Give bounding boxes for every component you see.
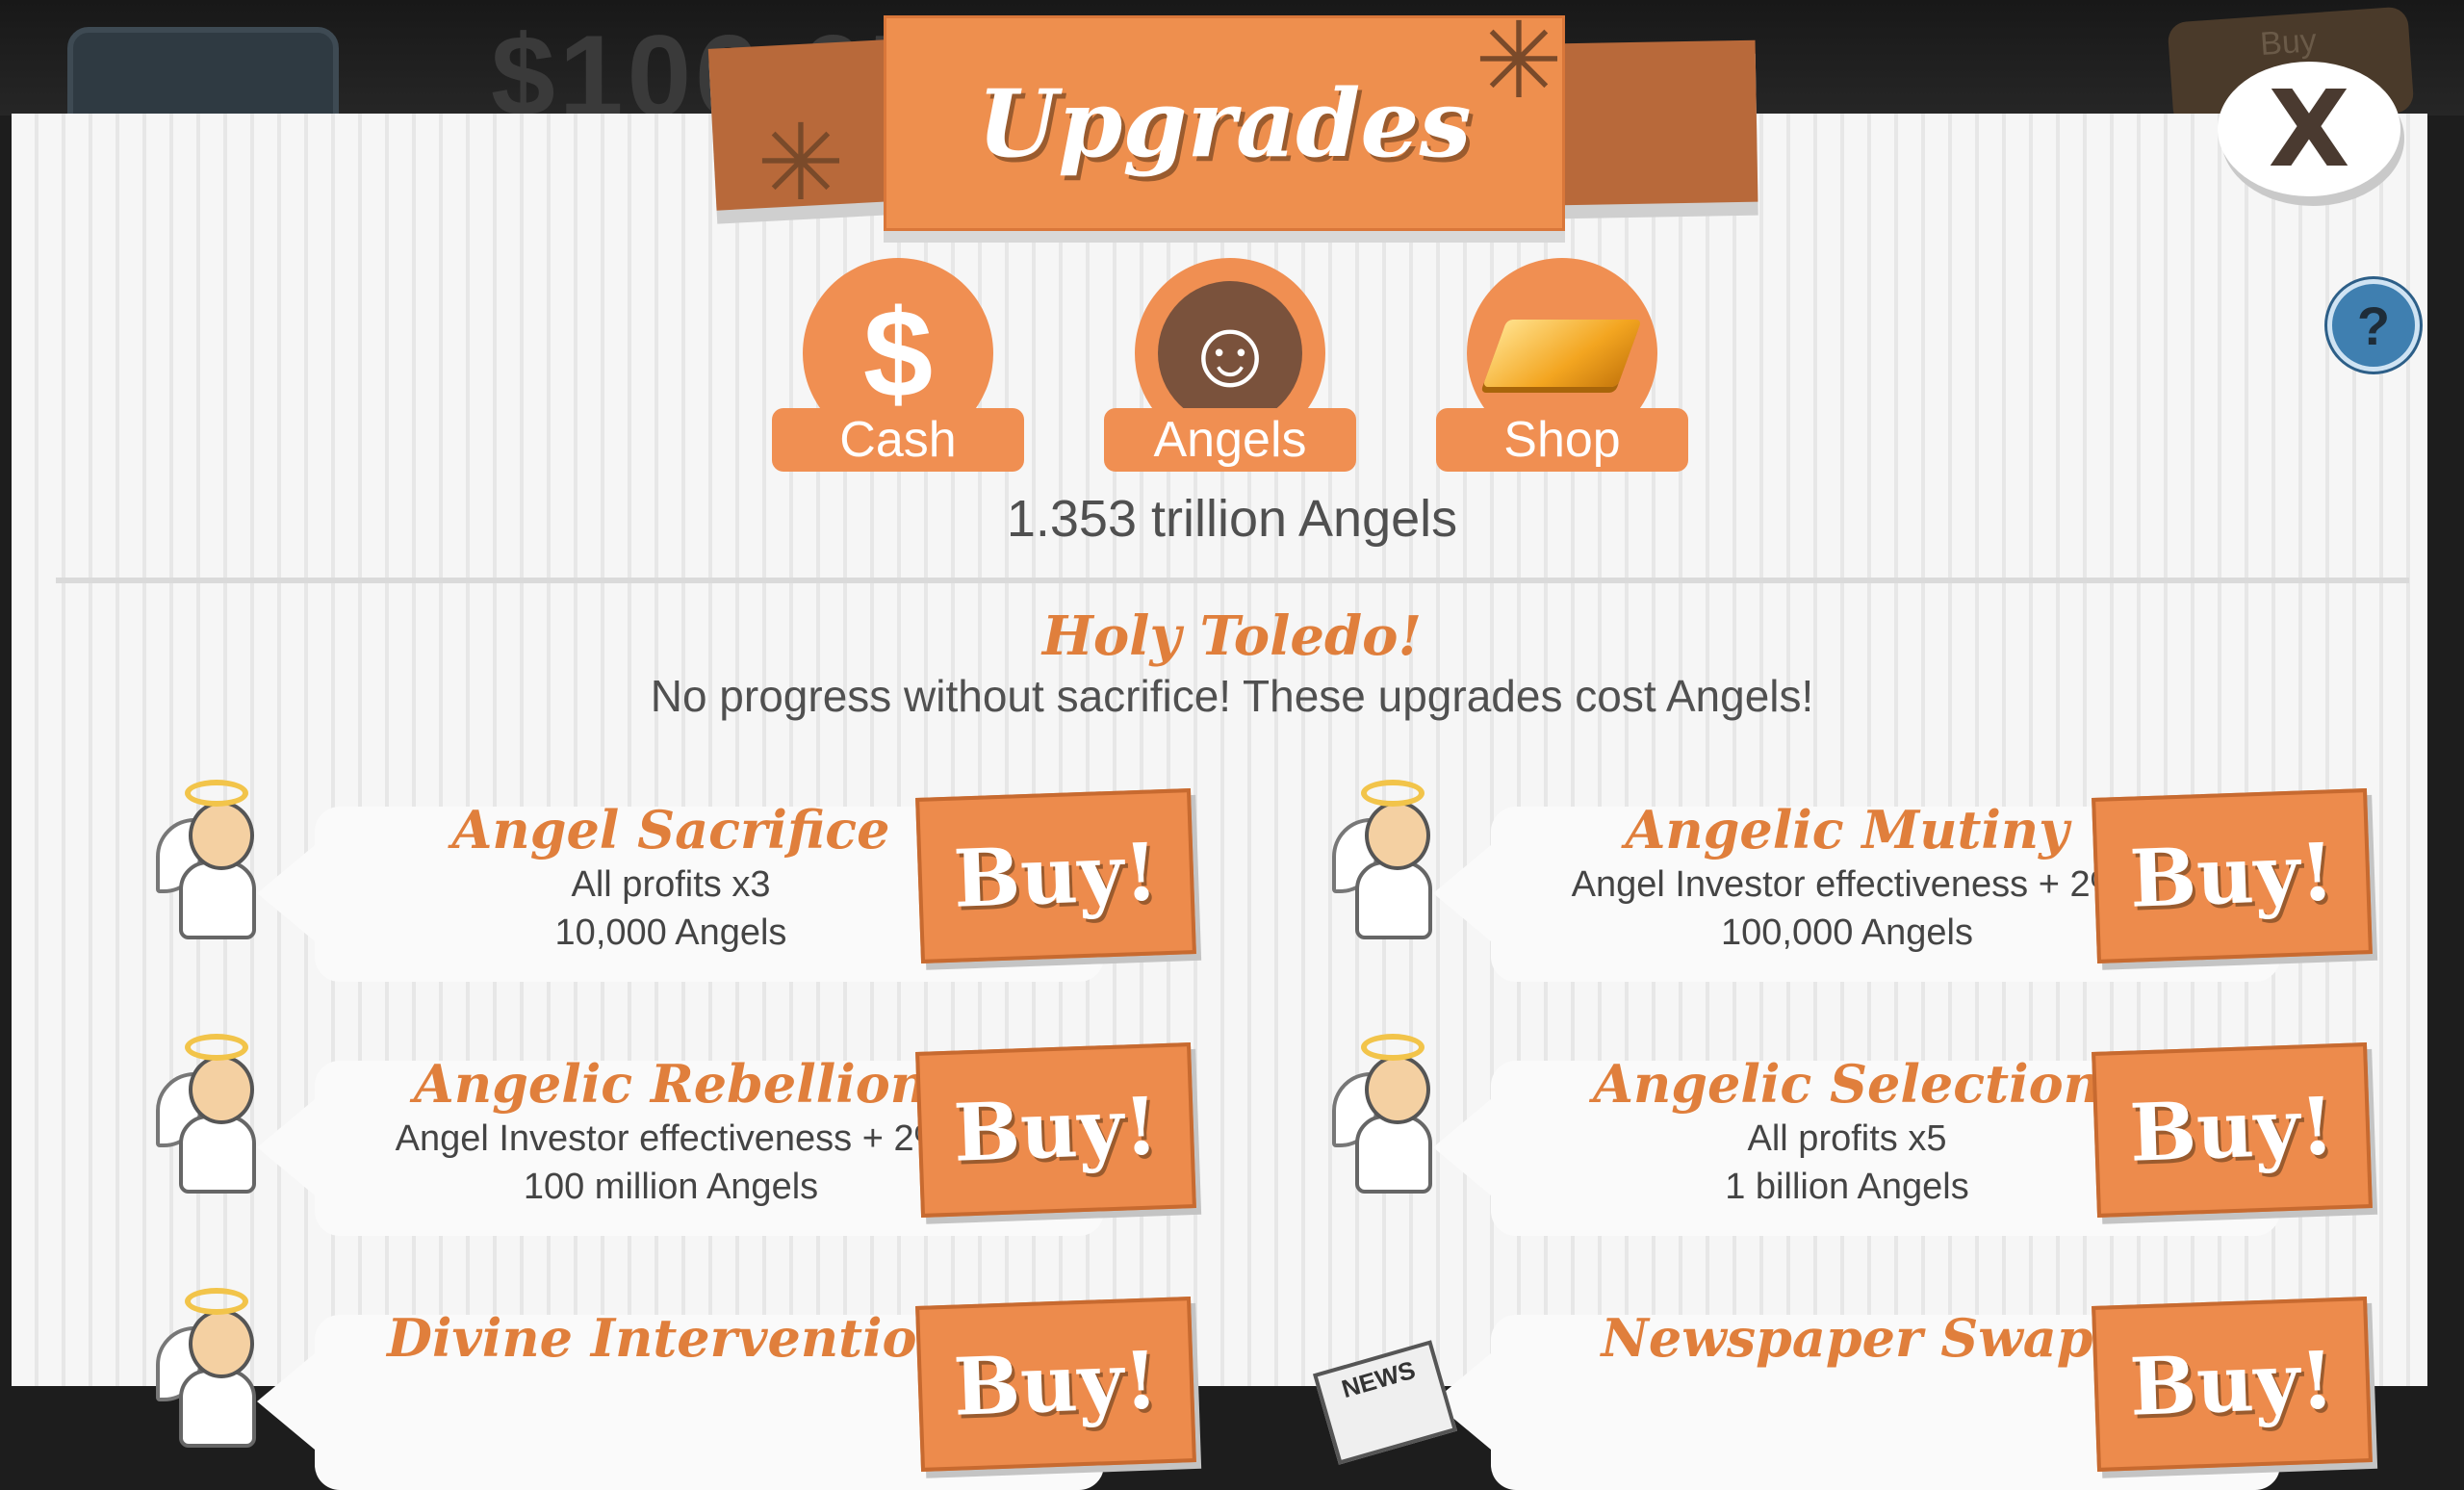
newspaper-icon-text: NEWS: [1312, 1340, 1458, 1465]
upgrade-effect: Angel Investor effectiveness + 2%: [1571, 864, 2123, 905]
tab-shop-label: Shop: [1436, 408, 1688, 472]
buy-button[interactable]: Buy!: [915, 1042, 1196, 1218]
sparkle-icon: ✳: [756, 104, 846, 222]
upgrade-cost: 1 billion Angels: [1725, 1167, 1969, 1207]
upgrade-item: Angel Sacrifice All profits x3 10,000 An…: [146, 780, 1242, 982]
buy-button[interactable]: Buy!: [2092, 788, 2373, 963]
upgrade-name: Newspaper Swap: [1601, 1307, 2093, 1369]
background-buy-label: Buy: [2258, 22, 2319, 64]
newspaper-icon: NEWS: [1312, 1288, 1458, 1465]
headline: Holy Toledo!: [1041, 604, 1423, 668]
angel-icon: [146, 780, 271, 943]
upgrade-effect: All profits x3: [571, 864, 771, 905]
upgrade-cost: 100 million Angels: [523, 1167, 819, 1207]
angel-icon: [1322, 1034, 1448, 1197]
help-label: ?: [2356, 295, 2391, 356]
buy-button[interactable]: Buy!: [915, 788, 1196, 963]
tab-cash-label: Cash: [772, 408, 1024, 472]
upgrade-effect: Angel Investor effectiveness + 2%: [395, 1118, 947, 1159]
tab-shop[interactable]: Shop: [1436, 258, 1688, 472]
upgrade-item: Angelic Mutiny Angel Investor effectiven…: [1322, 780, 2418, 982]
angel-count: 1.353 trillion Angels: [1006, 490, 1458, 548]
upgrade-name: Angel Sacrifice: [451, 799, 890, 861]
tab-angels[interactable]: ☺ Angels: [1104, 258, 1356, 472]
gold-bars-icon: [1482, 320, 1642, 387]
upgrade-name: Divine Intervention: [387, 1307, 955, 1369]
dollar-icon: $: [862, 283, 934, 424]
angel-icon: [1322, 780, 1448, 943]
close-button[interactable]: X: [2218, 62, 2400, 196]
close-label: X: [2268, 67, 2350, 191]
subheadline: No progress without sacrifice! These upg…: [650, 671, 1814, 721]
upgrade-item: Divine Intervention Buy!: [146, 1288, 1242, 1490]
upgrade-name: Angelic Rebellion: [413, 1053, 929, 1115]
buy-button[interactable]: Buy!: [2092, 1297, 2373, 1472]
tab-cash[interactable]: $ Cash: [772, 258, 1024, 472]
angel-icon: [146, 1288, 271, 1451]
help-button[interactable]: ?: [2327, 279, 2420, 372]
upgrade-item: NEWS Newspaper Swap Buy!: [1312, 1288, 2418, 1490]
upgrade-item: Angelic Rebellion Angel Investor effecti…: [146, 1034, 1242, 1236]
angel-icon: ☺: [1158, 281, 1302, 425]
page-title: Upgrades: [977, 68, 1472, 178]
divider: [56, 578, 2409, 583]
buy-button[interactable]: Buy!: [915, 1297, 1196, 1472]
upgrade-effect: All profits x5: [1747, 1118, 1947, 1159]
upgrade-item: Angelic Selection All profits x5 1 billi…: [1322, 1034, 2418, 1236]
sparkle-icon: ✳: [1474, 2, 1564, 120]
tab-angels-label: Angels: [1104, 408, 1356, 472]
upgrade-name: Angelic Selection: [1593, 1053, 2101, 1115]
buy-button[interactable]: Buy!: [2092, 1042, 2373, 1218]
upgrade-cost: 10,000 Angels: [554, 912, 787, 953]
angel-icon: [146, 1034, 271, 1197]
upgrade-name: Angelic Mutiny: [1625, 799, 2069, 861]
upgrade-cost: 100,000 Angels: [1720, 912, 1973, 953]
